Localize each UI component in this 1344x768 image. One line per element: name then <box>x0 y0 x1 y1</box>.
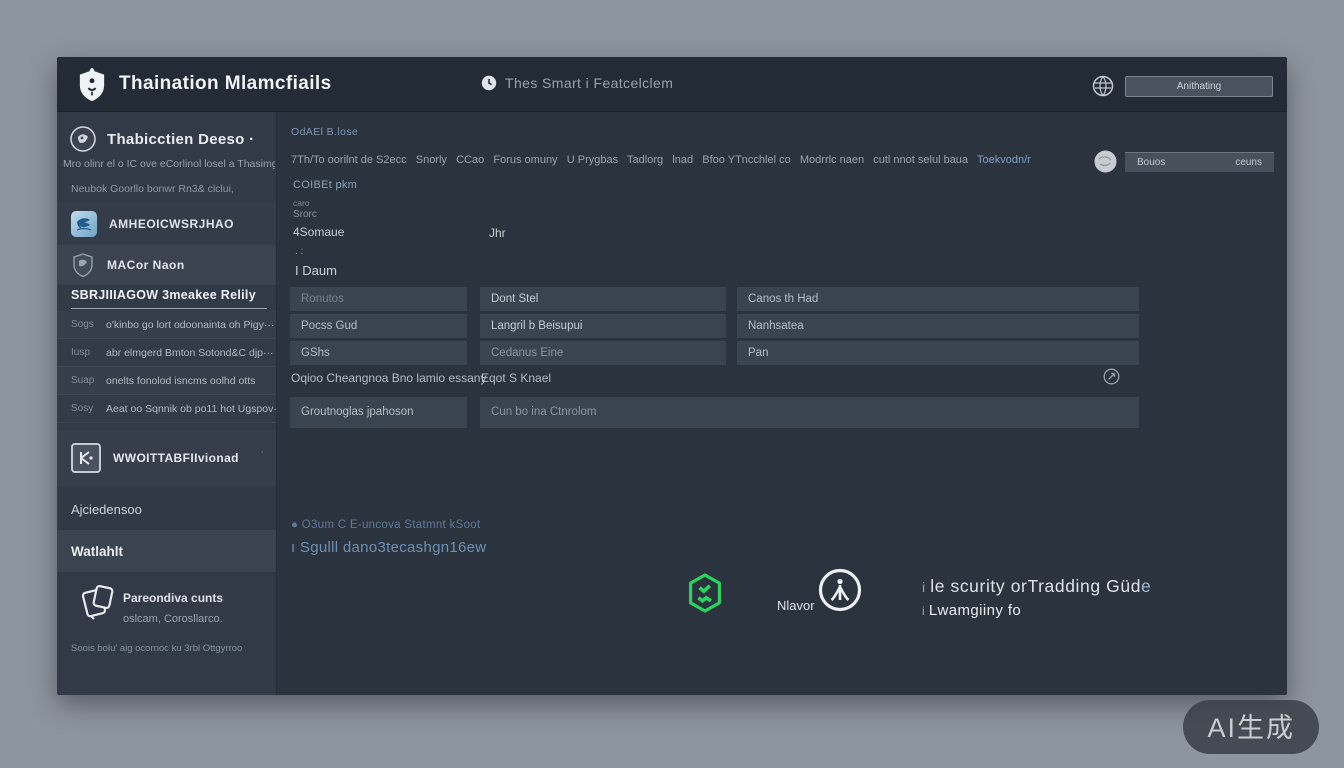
subheading-3: Srorc <box>293 209 317 220</box>
bottom-badges-row: Nlavor i le scurity orTradding Güde i Lw… <box>277 564 1287 654</box>
step-text: onelts fonolod isncms oolhd otts <box>106 375 255 387</box>
overflow-dot: · <box>260 446 264 458</box>
sidebar-item-primary[interactable]: AMHEOICWSRJHAO <box>57 203 276 245</box>
sidebar-item-a[interactable]: Ajciedensoo <box>57 489 276 531</box>
guide-text-block: i le scurity orTradding Güde i Lwamgiiny… <box>922 576 1151 619</box>
headline-tail: e <box>1141 576 1151 596</box>
sidebar-description-2: Neubok Goorllo bonwr Rn3& clclui, <box>71 183 271 195</box>
eagle-badge-icon <box>71 211 97 237</box>
subheading-2: caro <box>293 198 310 208</box>
form-field[interactable]: Cedanus Eine <box>480 341 726 365</box>
brand-icon <box>69 125 97 153</box>
header-subtitle: Thes Smart i Featcelclem <box>505 75 673 91</box>
app-header: Thaination Mlamcfiails Thes Smart i Feat… <box>57 57 1287 112</box>
step-text: o'kinbo go lort odoonainta oh Pigy··· <box>106 319 274 331</box>
top-nav-row: 7Th/To oorilnt de S2ecc Snorly CCao Foru… <box>291 154 1031 174</box>
app-title: Thaination Mlamcfiails <box>119 73 332 95</box>
form-field[interactable]: Canos th Had <box>737 287 1139 311</box>
sidebar-item-tertiary[interactable]: WWOITTABFIIvionad · <box>57 430 276 486</box>
form-field[interactable]: Dont Stel <box>480 287 726 311</box>
subline-prefix: i <box>922 604 929 618</box>
sidebar: Thabicctien Deeso · Mro olinr el o IC ov… <box>57 112 277 695</box>
verified-hex-badge-icon <box>687 572 723 614</box>
cards-icon <box>79 583 117 623</box>
sidebar-item-watchlist[interactable]: Watlahlt <box>57 531 276 572</box>
footer-title: Pareondiva cunts <box>123 591 223 605</box>
badge-label: Nlavor <box>777 598 815 613</box>
sidebar-brand: Thabicctien Deeso · <box>69 118 254 160</box>
nav-links-text[interactable]: 7Th/To oorilnt de S2ecc Snorly CCao Foru… <box>291 154 977 166</box>
sidebar-brand-title: Thabicctien Deeso · <box>107 131 254 148</box>
form-field[interactable]: GShs <box>290 341 467 365</box>
headline-prefix: i <box>922 579 930 595</box>
step-item[interactable]: Iusp abr elmgerd Bmton Sotond&C djp··· <box>57 339 276 367</box>
sidebar-item-secondary[interactable]: MACor Naon <box>57 245 276 285</box>
form-caption-right: Eqot S Knael <box>481 371 551 385</box>
sidebar-item-label: AMHEOICWSRJHAO <box>109 217 234 231</box>
segment-right-label[interactable]: ceuns <box>1235 157 1262 168</box>
footer-subtitle: oslcam, Corosllarco. <box>123 613 223 625</box>
avatar[interactable] <box>1094 150 1117 173</box>
subheading-1: COIBEt pkm <box>293 179 357 191</box>
form-field[interactable]: Groutnoglas jpahoson <box>290 397 467 428</box>
form-field[interactable]: Langril b Beisupui <box>480 314 726 338</box>
form-field[interactable]: Ronutos <box>290 287 467 311</box>
step-tag: Sogs <box>71 319 97 330</box>
step-item[interactable]: Sogs o'kinbo go lort odoonainta oh Pigy·… <box>57 311 276 339</box>
shield-logo-icon <box>77 68 107 102</box>
step-text: abr elmgerd Bmton Sotond&C djp··· <box>106 347 274 359</box>
form-caption-left: Oqioo Cheangnoa Bno lamio essany <box>291 371 486 385</box>
main-content: OdAEl B.lose 7Th/To oorilnt de S2ecc Sno… <box>277 112 1287 695</box>
sidebar-item-label: WWOITTABFIIvionad <box>113 451 239 465</box>
subline-main: Lwamgiiny fo <box>929 602 1021 619</box>
sidebar-section-title: SBRJIIIAGOW 3meakee Relily <box>71 288 267 309</box>
globe-icon[interactable] <box>1091 74 1115 98</box>
form-field[interactable]: Pan <box>737 341 1139 365</box>
sidebar-step-list: Sogs o'kinbo go lort odoonainta oh Pigy·… <box>57 311 276 423</box>
dots-label: . : <box>295 246 303 257</box>
step-text: Aeat oo Sqnnik ob po11 hot Ugspov··· <box>106 403 276 415</box>
step-tag: Sosy <box>71 403 97 414</box>
daum-label: I Daum <box>295 263 337 278</box>
form-label-left: 4Somaue <box>293 225 344 239</box>
form-field[interactable]: Nanhsatea <box>737 314 1139 338</box>
segment-left-label[interactable]: Bouos <box>1137 157 1165 168</box>
shield-crest-icon <box>71 252 95 278</box>
step-item[interactable]: Sosy Aeat oo Sqnnik ob po11 hot Ugspov··… <box>57 395 276 423</box>
clock-icon <box>481 75 497 91</box>
ai-generated-watermark: AI生成 <box>1183 700 1319 754</box>
result-link[interactable]: ı Sgulll dano3tecashgn16ew <box>291 539 486 556</box>
guide-subline: i Lwamgiiny fo <box>922 602 1151 619</box>
nav-link[interactable]: Toekvodn/nmnJoc troohe <box>977 154 1031 166</box>
headline-main: le scurity orTradding Güd <box>930 576 1141 596</box>
header-action-button[interactable]: Anithating <box>1125 76 1273 97</box>
sidebar-item-label: MACor Naon <box>107 258 185 272</box>
form-field[interactable]: Cun bo ina Ctnrolom <box>480 397 1139 428</box>
form-label-right: Jhr <box>489 226 506 240</box>
guide-headline: i le scurity orTradding Güde <box>922 576 1151 597</box>
segmented-control[interactable]: Bouos ceuns <box>1125 152 1274 172</box>
footer-note: Soois bolu' aig ocornoc ku 3rbl Ottgyrro… <box>71 643 269 654</box>
breadcrumb: OdAEl B.lose <box>291 126 358 138</box>
framed-glyph-icon <box>71 443 101 473</box>
app-window: Thaination Mlamcfiails Thes Smart i Feat… <box>57 57 1287 695</box>
step-item[interactable]: Suap onelts fonolod isncms oolhd otts <box>57 367 276 395</box>
step-tag: Suap <box>71 375 97 386</box>
step-tag: Iusp <box>71 347 97 358</box>
form-field[interactable]: Pocss Gud <box>290 314 467 338</box>
status-bullet-line[interactable]: ● O3um C E-uncova Statmnt kSoot <box>291 519 480 531</box>
person-circle-icon <box>817 567 863 613</box>
circled-arrow-icon[interactable] <box>1103 368 1120 385</box>
sidebar-description-1: Mro olinr el o IC ove eCorlinol losel a … <box>63 158 275 170</box>
